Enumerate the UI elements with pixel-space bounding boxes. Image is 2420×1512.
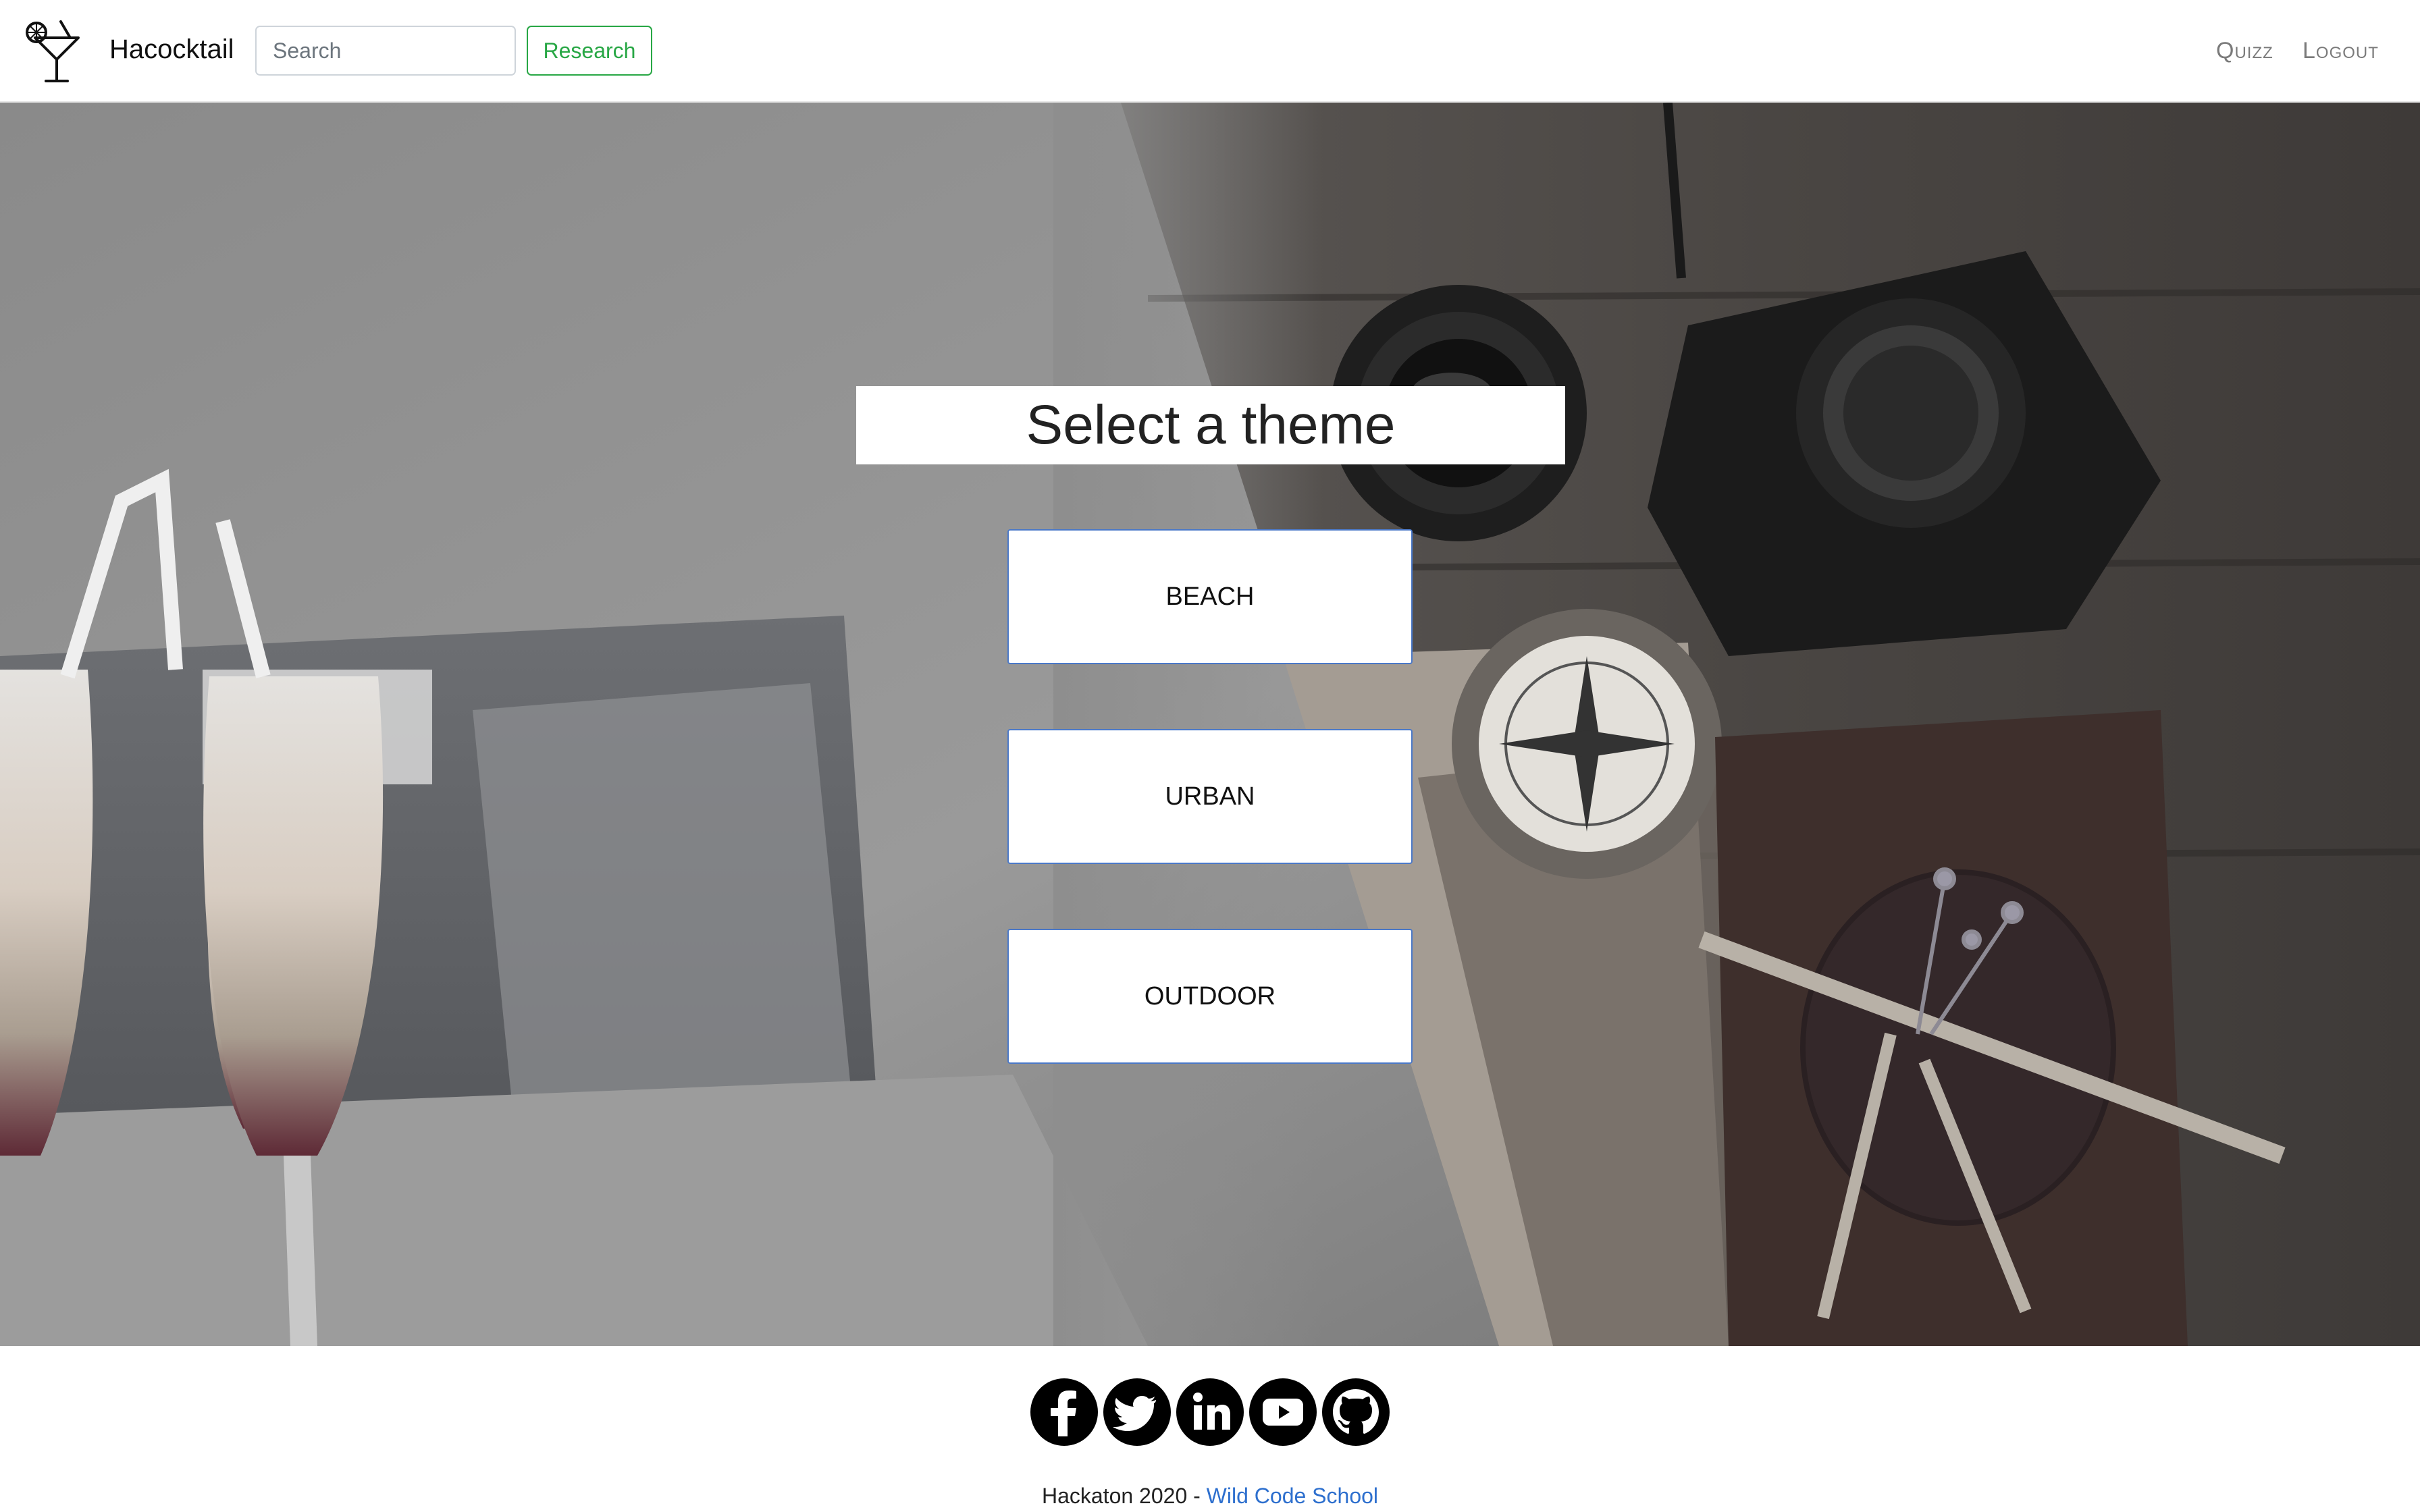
navbar: Hacocktail Research Quizz Logout — [0, 0, 2420, 103]
hero-background-image — [0, 103, 2420, 1346]
page-title: Select a theme — [856, 386, 1565, 464]
theme-button-urban[interactable]: URBAN — [1007, 729, 1413, 864]
brand-name[interactable]: Hacocktail — [109, 32, 234, 66]
footer: Hackaton 2020 - Wild Code School — [0, 1346, 2420, 1512]
theme-button-beach[interactable]: BEACH — [1007, 529, 1413, 664]
cocktail-glass-icon[interactable] — [22, 18, 82, 85]
theme-button-outdoor[interactable]: OUTDOOR — [1007, 929, 1413, 1064]
linkedin-icon[interactable] — [1176, 1378, 1244, 1446]
twitter-icon[interactable] — [1103, 1378, 1171, 1446]
research-button[interactable]: Research — [527, 26, 652, 76]
nav-link-quizz[interactable]: Quizz — [2216, 35, 2273, 66]
search-input[interactable] — [255, 26, 516, 76]
wild-code-school-link[interactable]: Wild Code School — [1207, 1484, 1378, 1508]
facebook-icon[interactable] — [1030, 1378, 1098, 1446]
youtube-icon[interactable] — [1249, 1378, 1317, 1446]
hero-section: Select a theme BEACH URBAN OUTDOOR — [0, 103, 2420, 1346]
github-icon[interactable] — [1322, 1378, 1390, 1446]
nav-link-logout[interactable]: Logout — [2303, 35, 2379, 66]
copyright-prefix: Hackaton 2020 - — [1041, 1484, 1207, 1508]
copyright-text: Hackaton 2020 - Wild Code School — [0, 1482, 2420, 1509]
